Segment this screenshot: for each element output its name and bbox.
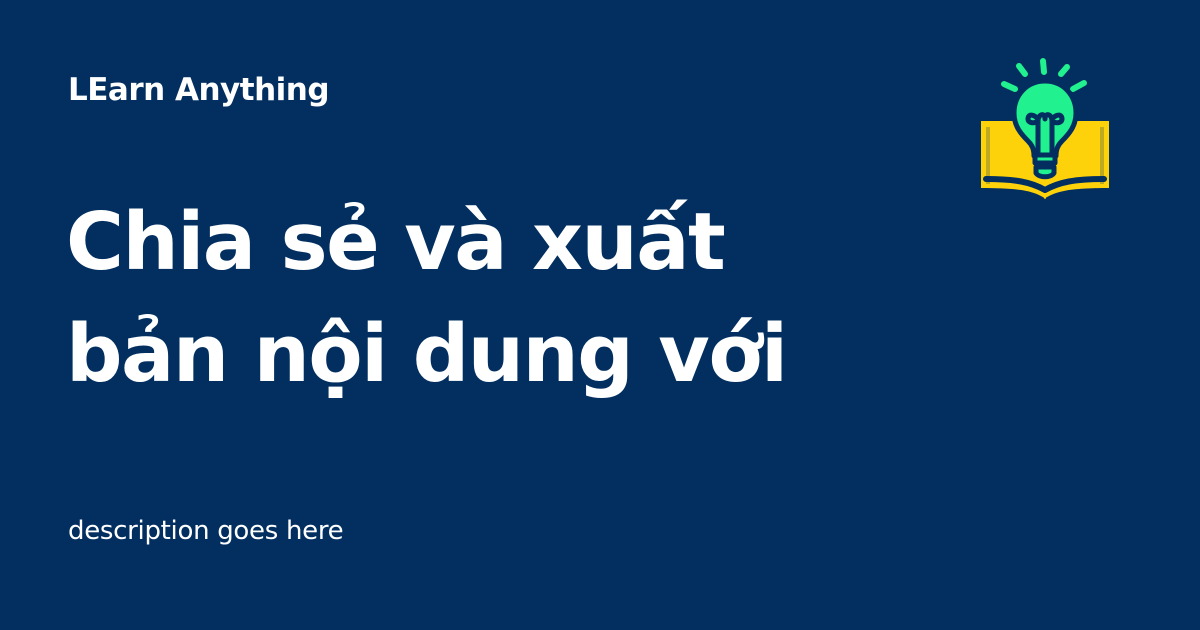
headline-line-2: bản nội dung với xyxy=(66,308,788,400)
page-title: Chia sẻ và xuất bản nội dung với xyxy=(66,186,926,410)
headline-line-1: Chia sẻ và xuất xyxy=(66,196,726,288)
description-text: description goes here xyxy=(68,516,344,546)
brand-name: LEarn Anything xyxy=(68,72,330,108)
lightbulb-book-icon xyxy=(981,58,1109,199)
social-card: LEarn Anything Chia sẻ và xuất bản nội d… xyxy=(0,0,1200,630)
